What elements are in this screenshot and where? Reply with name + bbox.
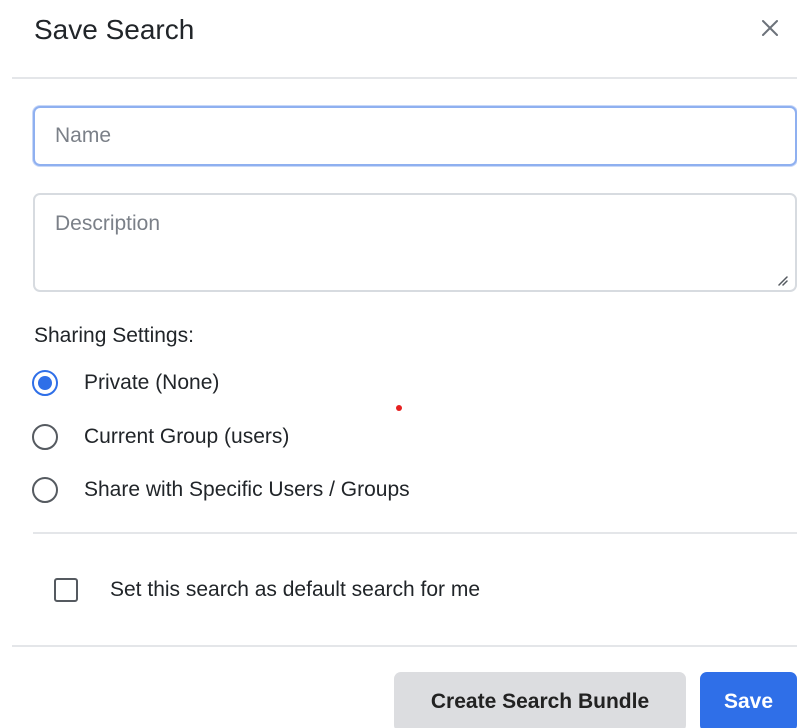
radio-label: Private (None)	[84, 371, 220, 394]
radio-button[interactable]	[32, 424, 58, 450]
radio-option-private[interactable]: Private (None)	[32, 366, 219, 400]
radio-button[interactable]	[32, 477, 58, 503]
sharing-settings-label: Sharing Settings:	[34, 324, 194, 347]
description-textarea[interactable]	[33, 193, 797, 292]
dialog-title: Save Search	[34, 14, 195, 45]
default-search-checkbox[interactable]	[54, 578, 78, 602]
dialog-header: Save Search	[0, 0, 797, 78]
name-input[interactable]	[33, 106, 797, 166]
header-divider	[12, 77, 797, 79]
save-search-dialog: Save Search Sharing Settings: Private (N…	[0, 0, 797, 728]
save-button[interactable]: Save	[700, 672, 797, 728]
default-search-option[interactable]: Set this search as default search for me	[54, 573, 480, 607]
radio-option-specific-users[interactable]: Share with Specific Users / Groups	[32, 473, 410, 507]
radio-label: Share with Specific Users / Groups	[84, 478, 410, 501]
close-button[interactable]	[752, 10, 788, 46]
close-icon	[762, 20, 778, 36]
create-search-bundle-button[interactable]: Create Search Bundle	[394, 672, 686, 728]
radio-label: Current Group (users)	[84, 425, 290, 448]
radio-option-current-group[interactable]: Current Group (users)	[32, 420, 289, 454]
radio-button[interactable]	[32, 370, 58, 396]
marker-dot	[396, 405, 402, 411]
options-divider	[33, 532, 797, 534]
footer-divider	[12, 645, 797, 647]
resize-grip-icon[interactable]	[776, 274, 788, 286]
default-search-label: Set this search as default search for me	[110, 578, 481, 601]
